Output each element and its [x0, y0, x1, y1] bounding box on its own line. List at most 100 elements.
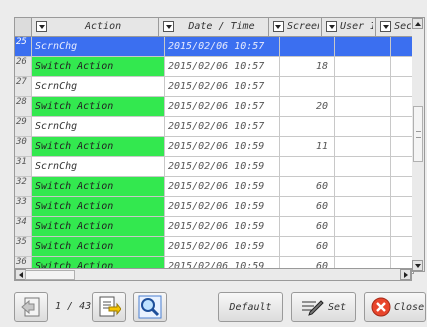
column-label-user: User ID	[340, 21, 373, 32]
vertical-scroll-thumb[interactable]	[413, 106, 423, 162]
row-number: 26	[15, 57, 32, 76]
column-header-security[interactable]: Security	[376, 18, 413, 36]
table-row[interactable]: 34 Switch Action 2015/02/06 10:59 60	[15, 217, 413, 237]
cell-action: Switch Action	[32, 197, 165, 216]
cell-user-id	[335, 157, 391, 176]
column-label-action: Action	[85, 21, 122, 32]
cell-security	[391, 157, 413, 176]
row-number: 27	[15, 77, 32, 96]
cell-action: Switch Action	[32, 137, 165, 156]
column-header-screen[interactable]: Screen No	[269, 18, 323, 36]
set-button-label: Set	[328, 301, 347, 313]
cell-screen-no: 60	[280, 217, 335, 236]
header-corner	[15, 18, 33, 36]
column-label-security: Security	[394, 21, 411, 32]
row-number: 31	[15, 157, 32, 176]
cell-screen-no: 18	[280, 57, 335, 76]
table-row[interactable]: 31 ScrnChg 2015/02/06 10:59	[15, 157, 413, 177]
row-number: 32	[15, 177, 32, 196]
cell-security	[391, 77, 413, 96]
magnifier-icon	[138, 295, 162, 319]
search-button[interactable]	[133, 292, 167, 322]
cell-date-time: 2015/02/06 10:57	[165, 57, 280, 76]
set-button[interactable]: Set	[291, 292, 356, 322]
cell-user-id	[335, 137, 391, 156]
cell-user-id	[335, 237, 391, 256]
cell-user-id	[335, 77, 391, 96]
default-button[interactable]: Default	[218, 292, 283, 322]
table-body: 25 ScrnChg 2015/02/06 10:57 26 Switch Action…	[15, 37, 413, 273]
cell-date-time: 2015/02/06 10:59	[165, 217, 280, 236]
cell-date-time: 2015/02/06 10:59	[165, 177, 280, 196]
scroll-down-icon[interactable]	[412, 260, 423, 271]
scroll-up-icon[interactable]	[412, 18, 423, 29]
cell-user-id	[335, 57, 391, 76]
cell-action: ScrnChg	[32, 37, 165, 56]
cell-user-id	[335, 217, 391, 236]
row-number: 33	[15, 197, 32, 216]
cell-security	[391, 137, 413, 156]
dropdown-arrow-icon[interactable]	[272, 21, 284, 32]
default-button-label: Default	[229, 301, 272, 313]
cell-screen-no: 60	[280, 197, 335, 216]
previous-page-button[interactable]	[14, 292, 48, 322]
scroll-right-icon[interactable]	[400, 269, 411, 280]
dropdown-arrow-icon[interactable]	[326, 21, 338, 32]
dropdown-arrow-icon[interactable]	[380, 21, 392, 32]
column-header-date[interactable]: Date / Time	[159, 18, 269, 36]
cell-security	[391, 237, 413, 256]
table-row[interactable]: 27 ScrnChg 2015/02/06 10:57	[15, 77, 413, 97]
table-row[interactable]: 29 ScrnChg 2015/02/06 10:57	[15, 117, 413, 137]
cell-action: Switch Action	[32, 97, 165, 116]
table-row[interactable]: 28 Switch Action 2015/02/06 10:57 20	[15, 97, 413, 117]
cell-security	[391, 57, 413, 76]
cell-security	[391, 117, 413, 136]
close-button-label: Close	[394, 301, 425, 313]
horizontal-scroll-thumb[interactable]	[25, 270, 75, 280]
cell-security	[391, 197, 413, 216]
table-row[interactable]: 25 ScrnChg 2015/02/06 10:57	[15, 37, 413, 57]
cell-date-time: 2015/02/06 10:59	[165, 157, 280, 176]
column-label-date: Date / Time	[188, 21, 255, 32]
cell-date-time: 2015/02/06 10:57	[165, 97, 280, 116]
column-header-user[interactable]: User ID	[322, 18, 377, 36]
cell-action: ScrnChg	[32, 77, 165, 96]
table-row[interactable]: 35 Switch Action 2015/02/06 10:59 60	[15, 237, 413, 257]
row-number: 25	[15, 37, 32, 56]
cell-user-id	[335, 177, 391, 196]
close-x-icon	[371, 297, 391, 317]
row-number: 28	[15, 97, 32, 116]
cell-date-time: 2015/02/06 10:59	[165, 237, 280, 256]
cell-user-id	[335, 197, 391, 216]
cell-action: Switch Action	[32, 57, 165, 76]
cell-date-time: 2015/02/06 10:57	[165, 117, 280, 136]
previous-page-icon	[21, 297, 40, 317]
cell-action: Switch Action	[32, 237, 165, 256]
dropdown-arrow-icon[interactable]	[36, 21, 48, 32]
close-button[interactable]: Close	[364, 292, 426, 322]
dropdown-arrow-icon[interactable]	[163, 21, 175, 32]
cell-date-time: 2015/02/06 10:57	[165, 77, 280, 96]
cell-action: Switch Action	[32, 177, 165, 196]
column-label-screen: Screen No	[286, 21, 319, 32]
table-header: Action Date / Time Screen No User ID Sec…	[15, 18, 413, 37]
pen-icon	[302, 300, 324, 316]
cell-security	[391, 97, 413, 116]
cell-action: Switch Action	[32, 217, 165, 236]
table-row[interactable]: 32 Switch Action 2015/02/06 10:59 60	[15, 177, 413, 197]
cell-action: ScrnChg	[32, 157, 165, 176]
horizontal-scrollbar[interactable]	[14, 268, 412, 281]
cell-user-id	[335, 37, 391, 56]
column-header-action[interactable]: Action	[32, 18, 160, 36]
next-page-icon	[99, 296, 121, 317]
cell-date-time: 2015/02/06 10:57	[165, 37, 280, 56]
cell-screen-no	[280, 77, 335, 96]
vertical-scrollbar[interactable]	[412, 17, 425, 272]
table-row[interactable]: 30 Switch Action 2015/02/06 10:59 11	[15, 137, 413, 157]
table-row[interactable]: 33 Switch Action 2015/02/06 10:59 60	[15, 197, 413, 217]
table-row[interactable]: 26 Switch Action 2015/02/06 10:57 18	[15, 57, 413, 77]
next-page-button[interactable]	[92, 292, 126, 322]
cell-screen-no: 11	[280, 137, 335, 156]
cell-screen-no: 20	[280, 97, 335, 116]
page-indicator: 1 / 43	[55, 301, 92, 312]
